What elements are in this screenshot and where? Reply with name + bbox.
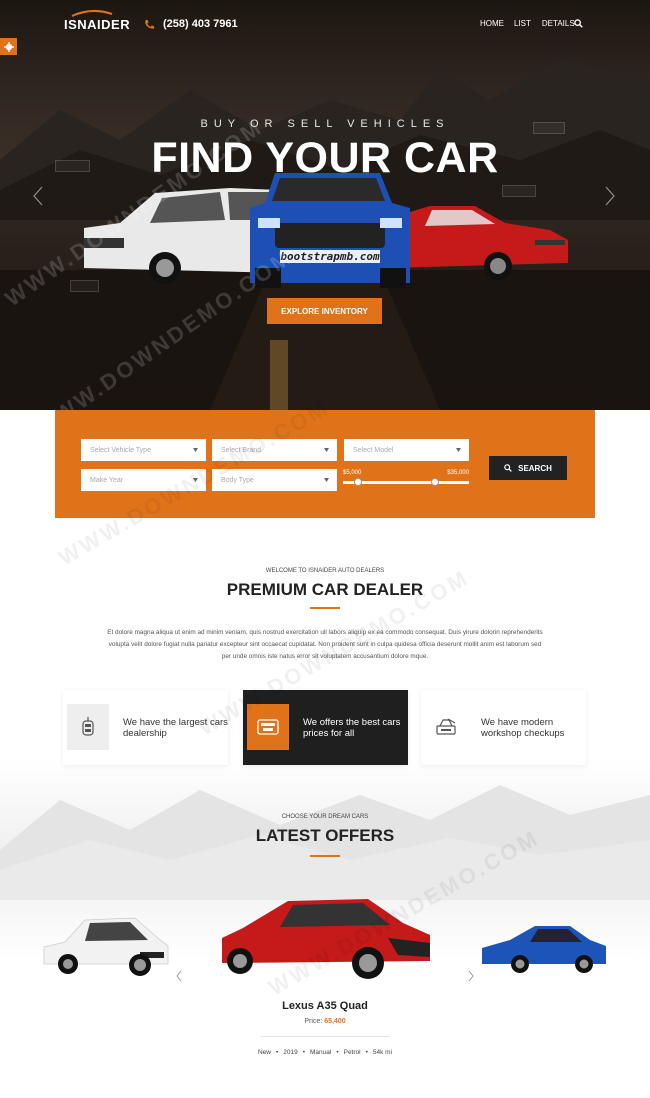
spec-mileage: 54k mi: [372, 1049, 393, 1056]
search-icon[interactable]: [574, 19, 583, 28]
spec-fuel: Petrol: [343, 1049, 361, 1056]
logo[interactable]: ISNAIDER: [64, 17, 130, 32]
logo-swoosh-icon: [71, 10, 113, 17]
intro-kicker: WELCOME TO ISNAIDER AUTO DEALERS: [265, 568, 385, 574]
price-max: $35,000: [447, 470, 469, 476]
price-value: 65,400: [324, 1018, 346, 1025]
offers-prev-icon[interactable]: [176, 970, 182, 982]
search-button[interactable]: SEARCH: [489, 456, 567, 480]
slider-next-icon[interactable]: [605, 186, 615, 206]
top-nav: ISNAIDER (258) 403 7961 HOME LIST DETAIL…: [0, 0, 650, 50]
featured-car-price: Price: 65,400: [0, 1018, 650, 1025]
chevron-down-icon: [324, 478, 329, 482]
spec-year: 2019: [283, 1049, 298, 1056]
search-icon: [504, 464, 512, 472]
car-specs: New • 2019 • Manual • Petrol • 54k mi: [257, 1049, 393, 1056]
feature-icon-box: [425, 704, 467, 750]
price-slider-max-handle[interactable]: [431, 478, 439, 486]
car-key-icon: [82, 717, 94, 736]
title-underline: [310, 607, 340, 609]
title-underline: [310, 855, 340, 857]
slider-prev-icon[interactable]: [33, 186, 43, 206]
chevron-down-icon: [456, 448, 461, 452]
settings-toggle[interactable]: [0, 38, 17, 55]
year-placeholder: Make Year: [90, 476, 124, 484]
offer-car-blue-sports[interactable]: [480, 918, 608, 978]
spec-condition: New: [257, 1049, 271, 1056]
phone-icon: [145, 19, 155, 29]
hero-tagline: BUY OR SELL VEHICLES: [200, 118, 450, 130]
price-label: Price:: [304, 1018, 323, 1025]
workshop-icon: [436, 718, 456, 735]
price-min: $5,000: [343, 470, 362, 476]
menu-list[interactable]: LIST: [514, 19, 531, 28]
menu-details[interactable]: DETAILS: [542, 19, 575, 28]
spec-transmission: Manual: [310, 1049, 332, 1056]
menu-home[interactable]: HOME: [480, 19, 504, 28]
phone-number[interactable]: (258) 403 7961: [144, 18, 238, 30]
search-button-label: SEARCH: [518, 463, 552, 473]
offers-title: LATEST OFFERS: [255, 826, 395, 845]
phone-text: (258) 403 7961: [163, 18, 238, 30]
feature-card-workshop: We have modern workshop checkups: [421, 690, 586, 765]
featured-car-name[interactable]: Lexus A35 Quad: [0, 1000, 650, 1012]
offers-kicker: CHOOSE YOUR DREAM CARS: [281, 814, 369, 820]
vehicle-type-select[interactable]: Select Vehicle Type: [81, 439, 206, 461]
model-select[interactable]: Select Model: [344, 439, 469, 461]
explore-inventory-button[interactable]: EXPLORE INVENTORY: [267, 298, 382, 324]
feature-icon-box: [67, 704, 109, 750]
offers-next-icon[interactable]: [468, 970, 474, 982]
feature-text: We have modern workshop checkups: [481, 717, 565, 739]
vehicle-type-placeholder: Select Vehicle Type: [90, 446, 151, 454]
intro-title: PREMIUM CAR DEALER: [226, 580, 424, 599]
chevron-down-icon: [193, 448, 198, 452]
divider: [260, 1036, 390, 1037]
model-placeholder: Select Model: [353, 446, 394, 454]
feature-text: We offers the best cars prices for all: [303, 717, 401, 739]
main-menu: HOME LIST DETAILS: [480, 19, 575, 28]
chevron-down-icon: [324, 448, 329, 452]
offer-car-white-audi[interactable]: [40, 912, 170, 978]
gear-icon: [3, 41, 14, 52]
red-car: [390, 206, 568, 280]
price-tag-icon: [257, 719, 279, 735]
hero-section: ISNAIDER (258) 403 7961 HOME LIST DETAIL…: [0, 0, 650, 410]
price-slider-min-handle[interactable]: [354, 478, 362, 486]
